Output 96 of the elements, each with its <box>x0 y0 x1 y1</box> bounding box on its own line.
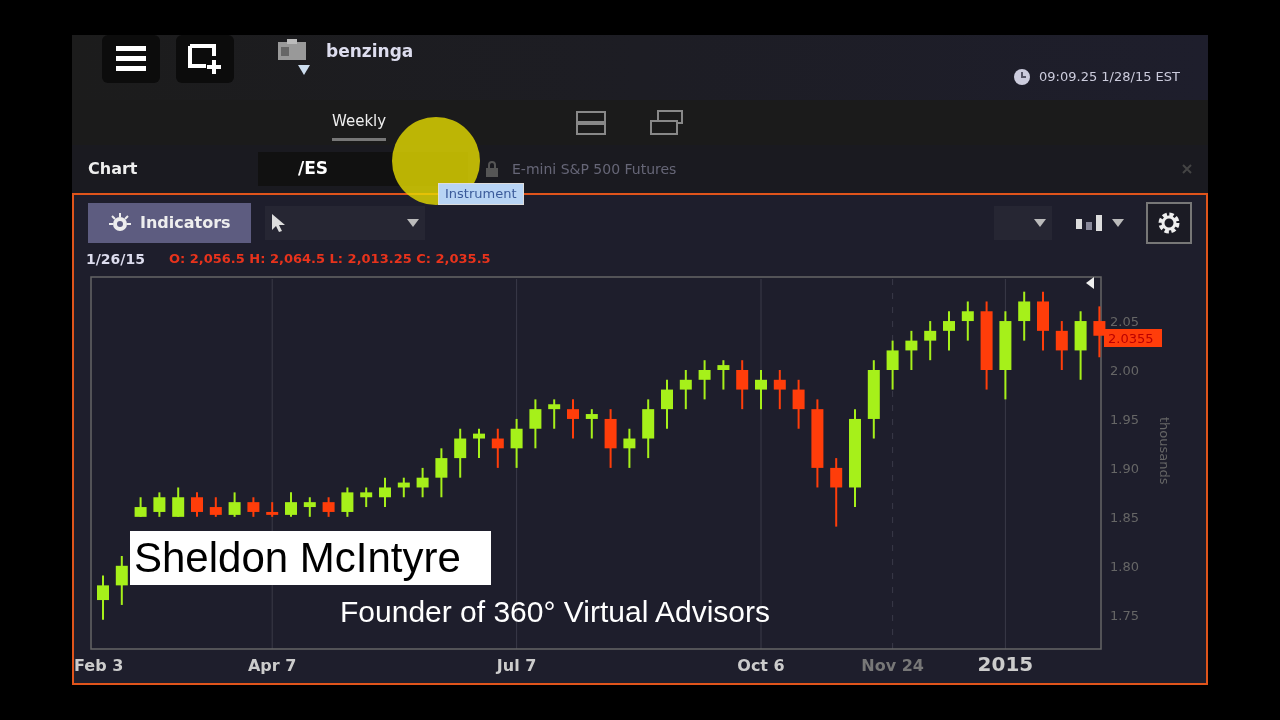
drawing-tool-dropdown[interactable] <box>264 206 425 240</box>
x-axis-label: Jul 7 <box>496 656 537 675</box>
candle <box>1037 290 1049 352</box>
candle <box>435 447 448 499</box>
menu-icon <box>115 44 147 74</box>
candle <box>397 476 410 499</box>
candle <box>529 398 542 450</box>
candle <box>1093 305 1106 359</box>
candle <box>642 398 655 460</box>
candle <box>661 378 673 430</box>
y-axis-label: 1.80 <box>1110 558 1139 574</box>
scroll-arrow-icon[interactable] <box>1086 277 1094 289</box>
candle <box>153 491 166 518</box>
candle <box>961 300 974 342</box>
account-name: benzinga <box>326 40 414 63</box>
candle <box>585 408 598 440</box>
candle <box>510 417 523 469</box>
candle <box>1018 290 1031 342</box>
pointer-icon <box>270 213 287 233</box>
price-tag: 2.0355 <box>1104 329 1162 347</box>
candle <box>755 369 767 411</box>
candle <box>567 398 579 440</box>
y-axis-label: 2.00 <box>1110 363 1139 378</box>
candle <box>623 427 636 469</box>
candle <box>886 339 899 391</box>
indicators-button[interactable]: Indicators <box>88 203 251 243</box>
candle <box>943 310 955 352</box>
layout-icon[interactable] <box>576 110 607 135</box>
tooltip: Instrument <box>438 183 524 205</box>
candle <box>134 496 147 518</box>
y-axis-label: 1.90 <box>1110 460 1139 476</box>
y-axis-label: 2.05 <box>1110 314 1139 330</box>
caret-icon <box>1034 219 1046 227</box>
candle <box>303 496 316 518</box>
candle <box>285 491 297 518</box>
caret-icon <box>406 219 419 227</box>
caption-subtitle: Founder of 360° Virtual Advisors <box>340 594 771 630</box>
axis-unit: thousands <box>1157 417 1172 485</box>
candle <box>172 486 185 518</box>
window-plus-icon <box>187 43 223 75</box>
candle <box>773 369 786 411</box>
y-axis-label: 1.95 <box>1110 411 1139 427</box>
candle <box>604 408 617 469</box>
ohlc-values: O: 2,056.5 H: 2,064.5 L: 2,013.25 C: 2,035.5 <box>168 250 491 269</box>
candle <box>266 501 279 518</box>
bar-date: 1/26/15 <box>86 249 145 269</box>
candle <box>1055 320 1068 371</box>
panel-title: Chart <box>88 158 139 180</box>
candle <box>679 369 692 411</box>
gear-chart-icon <box>108 212 132 234</box>
candle <box>322 496 335 518</box>
candle <box>209 496 222 518</box>
candles-icon <box>1074 213 1104 233</box>
new-window-button[interactable] <box>176 35 234 83</box>
candle <box>416 466 429 499</box>
candle <box>736 359 749 411</box>
x-axis-label: Feb 3 <box>74 656 124 675</box>
x-axis-label: Oct 6 <box>737 656 785 675</box>
period-tab[interactable]: Weekly <box>332 103 387 142</box>
x-axis-label: Apr 7 <box>248 656 297 675</box>
candle <box>717 359 730 391</box>
id-card-icon <box>277 39 307 61</box>
candle <box>924 320 937 362</box>
candle <box>548 398 561 430</box>
candle <box>905 329 918 371</box>
candle <box>379 476 391 509</box>
period-dropdown[interactable] <box>994 206 1052 240</box>
candle <box>473 427 485 460</box>
candle <box>491 427 504 469</box>
candle <box>454 427 467 479</box>
caption-name: Sheldon McIntyre <box>130 531 491 585</box>
clock-time: 09:09.25 1/28/15 EST <box>1039 68 1180 86</box>
candle <box>228 491 241 518</box>
instrument-description: E-mini S&P 500 Futures <box>512 159 677 179</box>
windows-icon[interactable] <box>650 109 685 136</box>
clock-icon <box>1013 67 1032 86</box>
candle <box>1074 310 1087 381</box>
dropdown-caret-icon[interactable] <box>298 65 310 75</box>
candle <box>341 486 354 518</box>
settings-icon <box>1156 210 1182 236</box>
candle <box>247 496 260 518</box>
caret-icon <box>1112 219 1124 227</box>
candle <box>97 574 109 621</box>
y-axis-label: 1.85 <box>1110 509 1139 525</box>
candle <box>115 555 128 606</box>
candle <box>360 486 373 509</box>
lock-icon <box>484 161 500 177</box>
menu-button[interactable] <box>102 35 160 83</box>
candle <box>792 378 805 430</box>
candle <box>191 491 203 518</box>
settings-button[interactable] <box>1146 202 1192 244</box>
candle <box>830 457 843 528</box>
x-axis-label: Nov 24 <box>861 656 924 675</box>
x-axis-label: 2015 <box>977 652 1034 676</box>
candle <box>698 359 711 401</box>
y-axis-label: 1.75 <box>1110 607 1139 623</box>
